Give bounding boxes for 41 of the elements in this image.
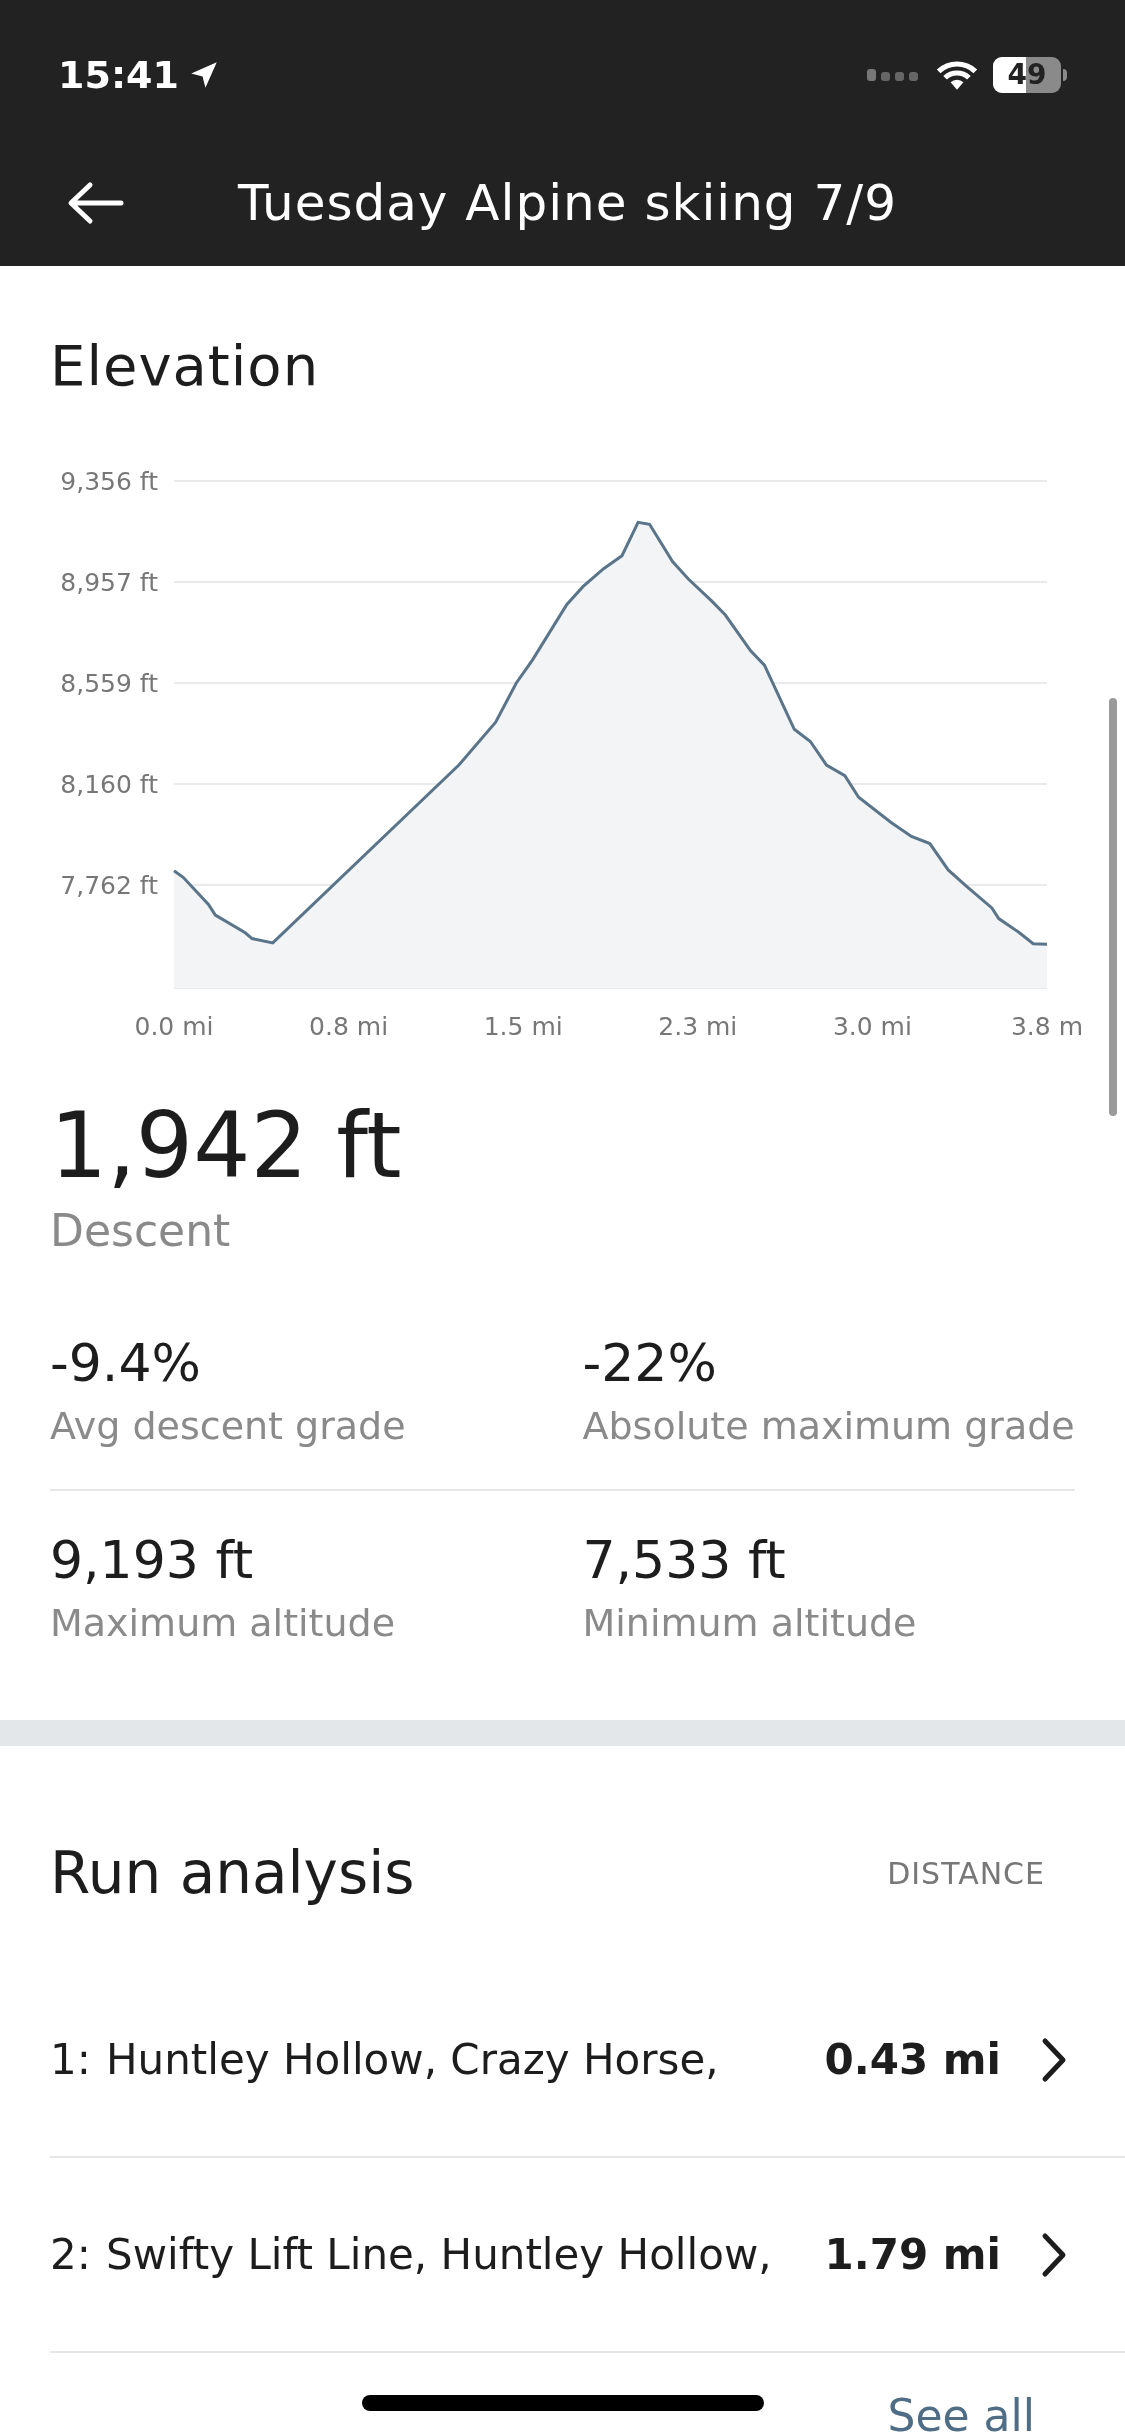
y-axis-label: 8,160 ft [60,770,158,800]
status-time: 15:41 [58,51,179,99]
stat-label: Minimum altitude [582,1600,918,1647]
see-all-link[interactable]: See all [887,2383,1035,2436]
signal-icon [867,67,921,83]
run-row[interactable]: 1: Huntley Hollow, Crazy Horse, 0.43 mi [50,1963,1125,2158]
run-distance: 1.79 mi [824,2229,1001,2281]
run-name: Huntley Hollow, Crazy Horse, [106,2034,720,2086]
column-label: DISTANCE [887,1855,1045,1893]
stat-value: 7,533 ft [582,1529,787,1591]
chevron-right-icon [1041,2036,1067,2083]
wifi-icon [935,58,979,92]
y-axis-label: 8,957 ft [60,568,158,598]
stat-value: -9.4% [50,1332,202,1394]
y-axis-label: 7,762 ft [60,870,158,900]
run-index: 1: [50,2034,92,2086]
run-name: Swifty Lift Line, Huntley Hollow, [106,2229,773,2281]
section-title: Elevation [50,332,321,400]
chevron-right-icon [1041,2231,1067,2278]
x-axis-label: 3.0 mi [832,1012,912,1041]
stat-label: Maximum altitude [50,1600,397,1647]
run-distance: 0.43 mi [824,2034,1001,2086]
section-title: Run analysis [50,1838,415,1909]
x-axis-label: 3.8 m [1010,1012,1084,1041]
x-axis-label: 0.8 mi [309,1012,389,1041]
screen-title: Tuesday Alpine skiing 7/9 [238,172,897,234]
descent-label: Descent [50,1204,232,1258]
run-index: 2: [50,2229,92,2281]
run-row[interactable]: 2: Swifty Lift Line, Huntley Hollow, 1.79 mi [50,2158,1125,2353]
y-axis-label: 8,559 ft [60,668,158,698]
x-axis-label: 0.0 mi [134,1012,214,1041]
descent-value: 1,942 ft [50,1096,403,1196]
stat-value: -22% [582,1332,718,1394]
y-axis-label: 9,356 ft [60,467,158,496]
x-axis-label: 1.5 mi [483,1012,563,1041]
back-button[interactable] [66,181,124,225]
back-arrow-icon [66,181,124,225]
stat-label: Absolute maximum grade [582,1403,1075,1450]
stat-label: Avg descent grade [50,1403,407,1450]
x-axis-label: 2.3 mi [658,1012,738,1041]
stat-value: 9,193 ft [50,1529,255,1591]
